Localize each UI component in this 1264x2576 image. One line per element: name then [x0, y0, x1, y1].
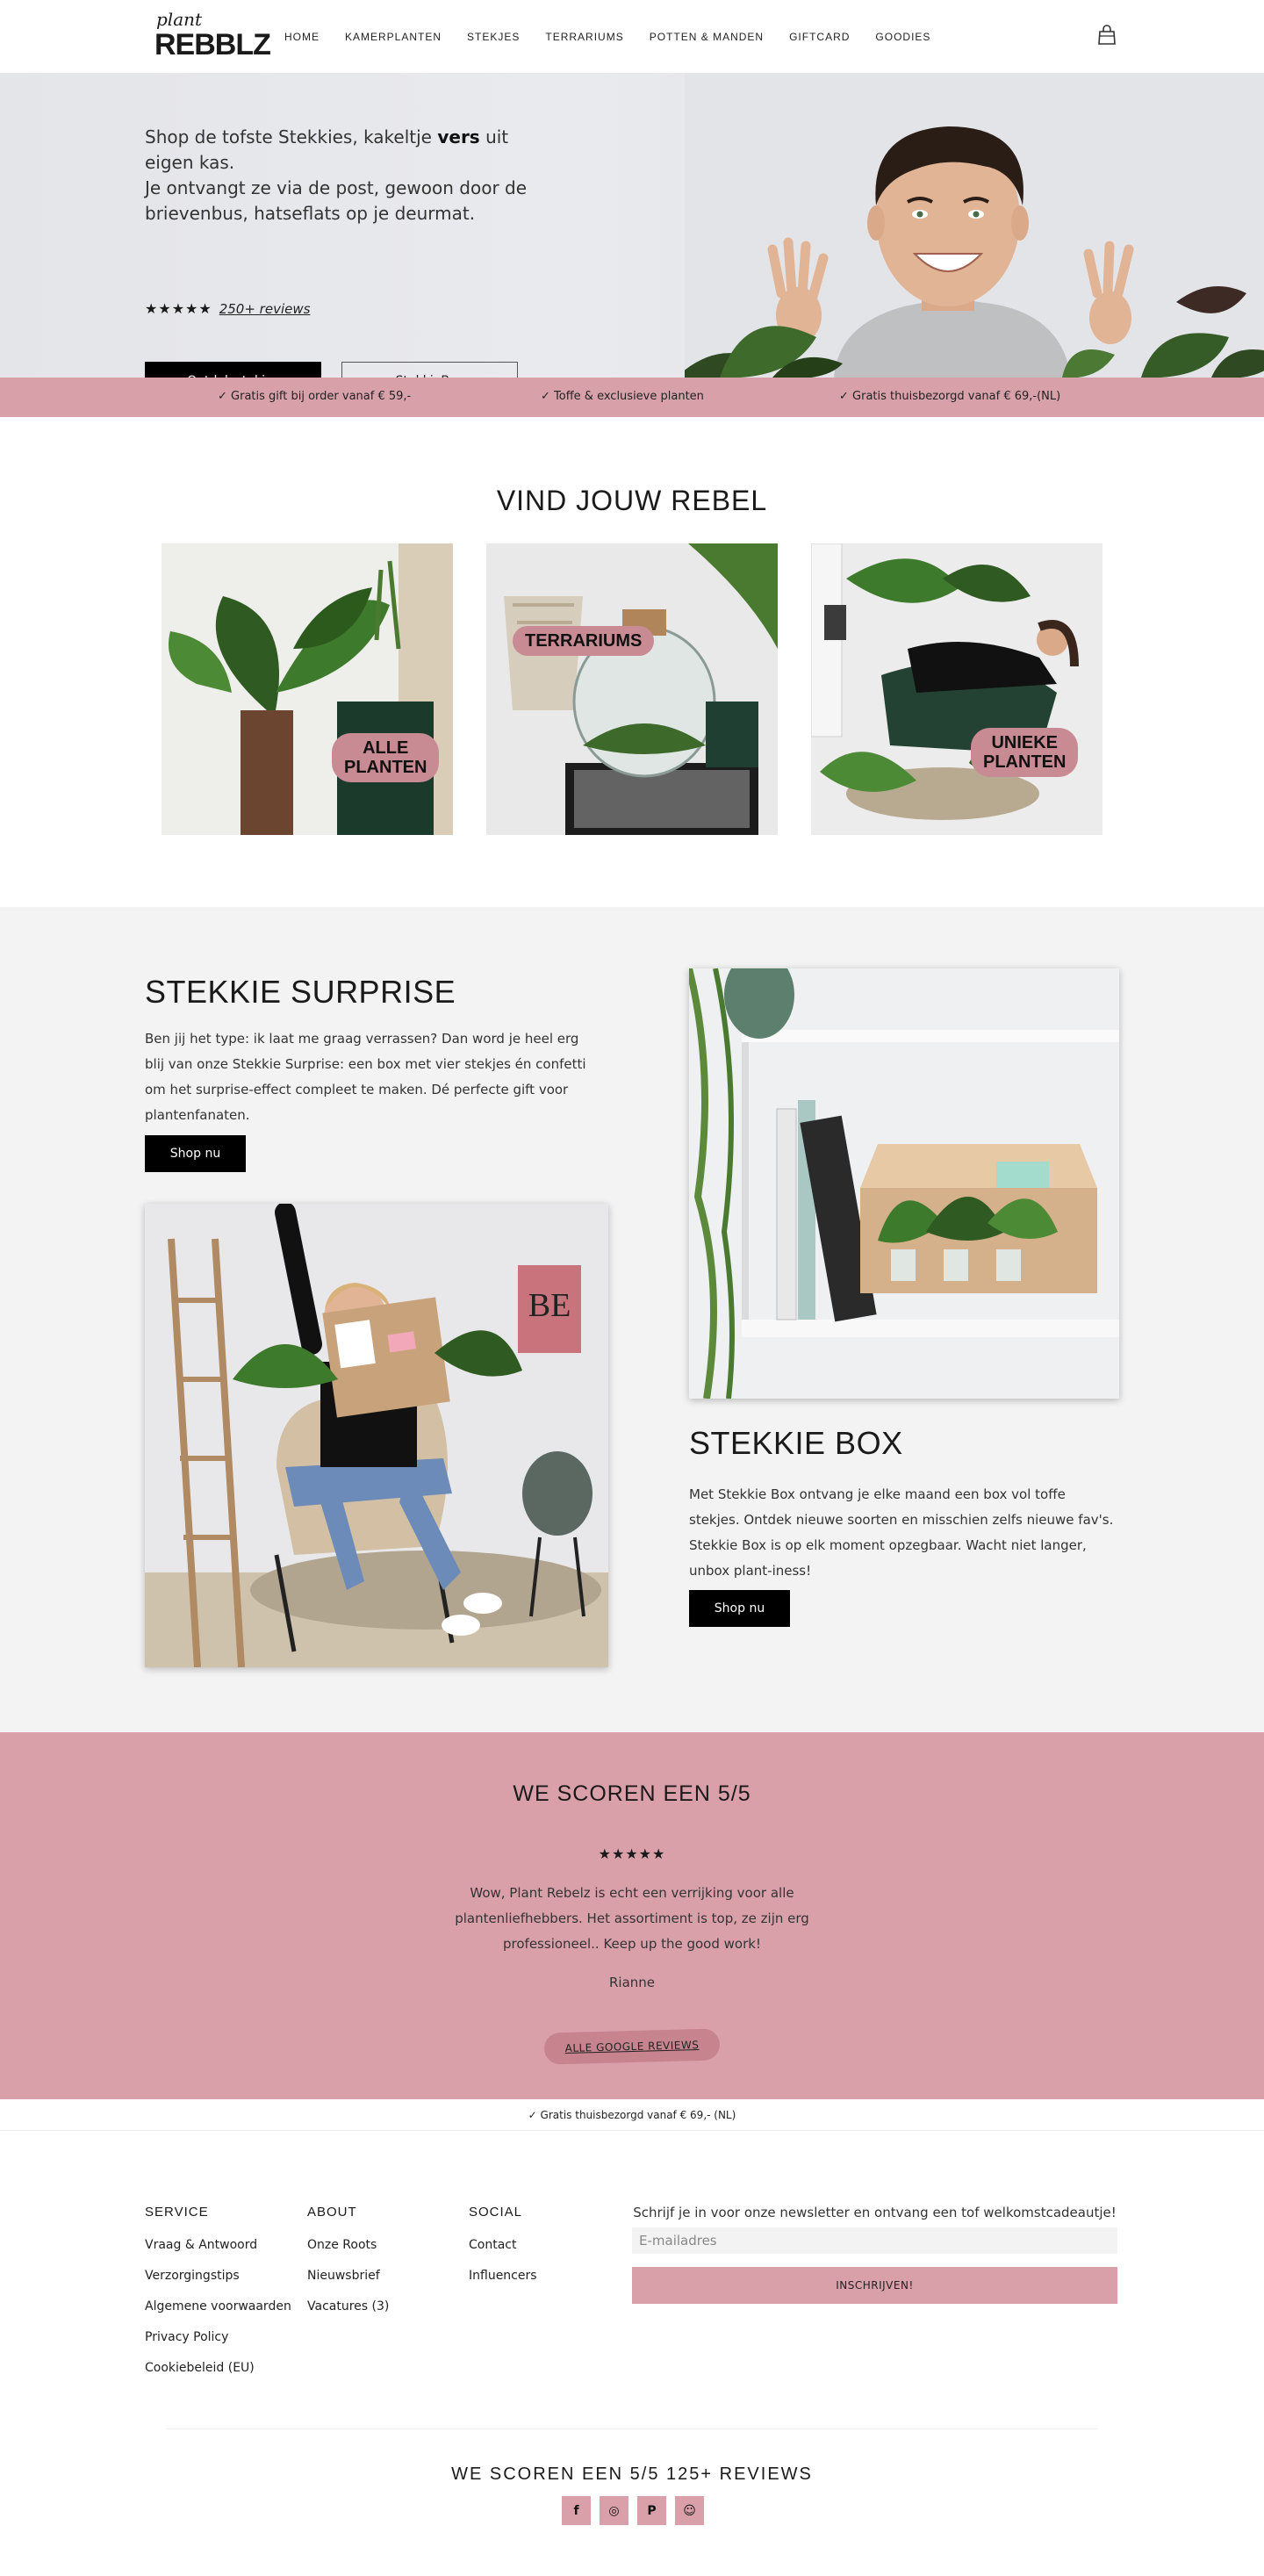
rating-stars: ★★★★★: [145, 300, 212, 317]
review-author: Rianne: [608, 1975, 656, 1990]
facebook-icon[interactable]: f: [562, 2496, 591, 2525]
main-nav: HOME KAMERPLANTEN STEKJES TERRARIUMS POT…: [284, 0, 956, 74]
footer-link-influencers[interactable]: Influencers: [469, 2261, 537, 2292]
category-title: VIND JOUW REBEL: [496, 485, 768, 516]
instagram-icon[interactable]: ◎: [600, 2496, 628, 2525]
usp-gift: ✓ Gratis gift bij order vanaf € 59,-: [218, 390, 412, 403]
newsletter-subscribe-button[interactable]: INSCHRIJVEN!: [632, 2267, 1117, 2304]
all-google-reviews-button[interactable]: ALLE GOOGLE REVIEWS: [543, 2028, 721, 2065]
terrariums-image: [486, 543, 778, 835]
footer-link-faq[interactable]: Vraag & Antwoord: [145, 2230, 291, 2261]
footer-link-cookies[interactable]: Cookiebeleid (EU): [145, 2353, 291, 2384]
alle-planten-label: ALLE PLANTEN: [332, 733, 440, 782]
footer-link-newsletter[interactable]: Nieuwsbrief: [307, 2261, 389, 2292]
site-footer: SERVICE Vraag & Antwoord Verzorgingstips…: [0, 2131, 1264, 2548]
nav-terrariums[interactable]: TERRARIUMS: [545, 31, 623, 43]
stekkie-box-shop-button[interactable]: Shop nu: [689, 1590, 790, 1627]
reviews-stars: ★★★★★: [598, 1846, 666, 1862]
alle-planten-image: [162, 543, 453, 835]
logo-big-text: REBBLZ: [154, 28, 271, 61]
footer-link-terms[interactable]: Algemene voorwaarden: [145, 2292, 291, 2322]
social-icons: f ◎ P ☺: [562, 2496, 704, 2525]
review-quote: Wow, Plant Rebelz is echt een verrijking…: [455, 1885, 809, 1952]
footer-social-column: SOCIAL Contact Influencers: [469, 2205, 537, 2292]
usp-shipping: ✓ Gratis thuisbezorgd vanaf € 69,-(NL): [839, 390, 1061, 403]
hero-rating: ★★★★★ 250+ reviews: [145, 300, 310, 317]
footer-link-contact[interactable]: Contact: [469, 2230, 537, 2261]
reviews-title: WE SCOREN EEN 5/5: [513, 1781, 751, 1806]
stekkie-surprise-shop-button[interactable]: Shop nu: [145, 1135, 246, 1172]
category-tile-terrariums[interactable]: TERRARIUMS: [486, 543, 778, 835]
stekkie-box-text: Met Stekkie Box ontvang je elke maand ee…: [689, 1486, 1114, 1579]
pinterest-icon[interactable]: P: [637, 2496, 666, 2525]
unieke-planten-image: [811, 543, 1102, 835]
shopping-bag-icon[interactable]: [1097, 25, 1117, 46]
hero-banner: Shop de tofste Stekkies, kakeltje vers u…: [0, 74, 1264, 378]
stekkie-section: STEKKIE SURPRISE Ben jij het type: ik la…: [0, 907, 1264, 1732]
reviews-link[interactable]: 250+ reviews: [219, 301, 311, 317]
nav-potten-manden[interactable]: POTTEN & MANDEN: [650, 31, 764, 43]
category-tile-unieke-planten[interactable]: UNIEKE PLANTEN: [811, 543, 1102, 835]
footer-link-privacy[interactable]: Privacy Policy: [145, 2322, 291, 2353]
newsletter-text: Schrijf je in voor onze newsletter en on…: [633, 2205, 1117, 2220]
footer-about-column: ABOUT Onze Roots Nieuwsbrief Vacatures (…: [307, 2205, 389, 2322]
footer-link-roots[interactable]: Onze Roots: [307, 2230, 389, 2261]
footer-about-title: ABOUT: [307, 2205, 357, 2220]
footer-divider: [167, 2428, 1097, 2429]
site-header: plant REBBLZ HOME KAMERPLANTEN STEKJES T…: [0, 0, 1264, 74]
logo-small-text: plant: [156, 9, 203, 30]
hero-man-with-plants-image: [685, 74, 1264, 378]
usp-exclusive: ✓ Toffe & exclusieve planten: [541, 390, 704, 403]
nav-goodies[interactable]: GOODIES: [875, 31, 930, 43]
footer-service-column: SERVICE Vraag & Antwoord Verzorgingstips…: [145, 2205, 291, 2384]
terrariums-label: TERRARIUMS: [513, 626, 655, 656]
reviews-section: WE SCOREN EEN 5/5 ★★★★★ Wow, Plant Rebel…: [0, 1732, 1264, 2099]
footer-social-title: SOCIAL: [469, 2205, 523, 2220]
newsletter-email-input[interactable]: [632, 2227, 1117, 2254]
category-section: VIND JOUW REBEL ALLE PLANTEN TERRARIUMS …: [0, 417, 1264, 907]
stekkie-surprise-photo: BE: [145, 1204, 608, 1667]
poster-text: BE: [528, 1287, 571, 1324]
plant-rebelz-logo[interactable]: plant REBBLZ: [154, 9, 271, 61]
free-shipping-note: ✓ Gratis thuisbezorgd vanaf € 69,- (NL): [0, 2099, 1264, 2131]
stekkie-box-title: STEKKIE BOX: [689, 1425, 903, 1461]
hero-tagline: Shop de tofste Stekkies, kakeltje vers u…: [145, 126, 528, 224]
usp-bar: ✓ Gratis gift bij order vanaf € 59,- ✓ T…: [0, 378, 1264, 417]
footer-service-title: SERVICE: [145, 2205, 209, 2220]
ontdek-stekjes-button[interactable]: Ontdek stekjes: [145, 362, 321, 378]
nav-stekjes[interactable]: STEKJES: [467, 31, 520, 43]
stekkie-box-photo: [689, 968, 1119, 1399]
nav-giftcard[interactable]: GIFTCARD: [789, 31, 850, 43]
footer-score: WE SCOREN EEN 5/5 125+ REVIEWS: [451, 2464, 813, 2484]
footer-link-vacancies[interactable]: Vacatures (3): [307, 2292, 389, 2322]
stekkie-surprise-text: Ben jij het type: ik laat me graag verra…: [145, 1031, 586, 1123]
stekkiebox-button[interactable]: StekkieBox: [341, 362, 518, 378]
stekkie-surprise-title: STEKKIE SURPRISE: [145, 974, 456, 1010]
category-tile-alle-planten[interactable]: ALLE PLANTEN: [162, 543, 453, 835]
footer-link-care[interactable]: Verzorgingstips: [145, 2261, 291, 2292]
nav-kamerplanten[interactable]: KAMERPLANTEN: [345, 31, 442, 43]
whatsapp-icon[interactable]: ☺: [675, 2496, 704, 2525]
unieke-planten-label: UNIEKE PLANTEN: [971, 728, 1079, 777]
nav-home[interactable]: HOME: [284, 31, 320, 43]
